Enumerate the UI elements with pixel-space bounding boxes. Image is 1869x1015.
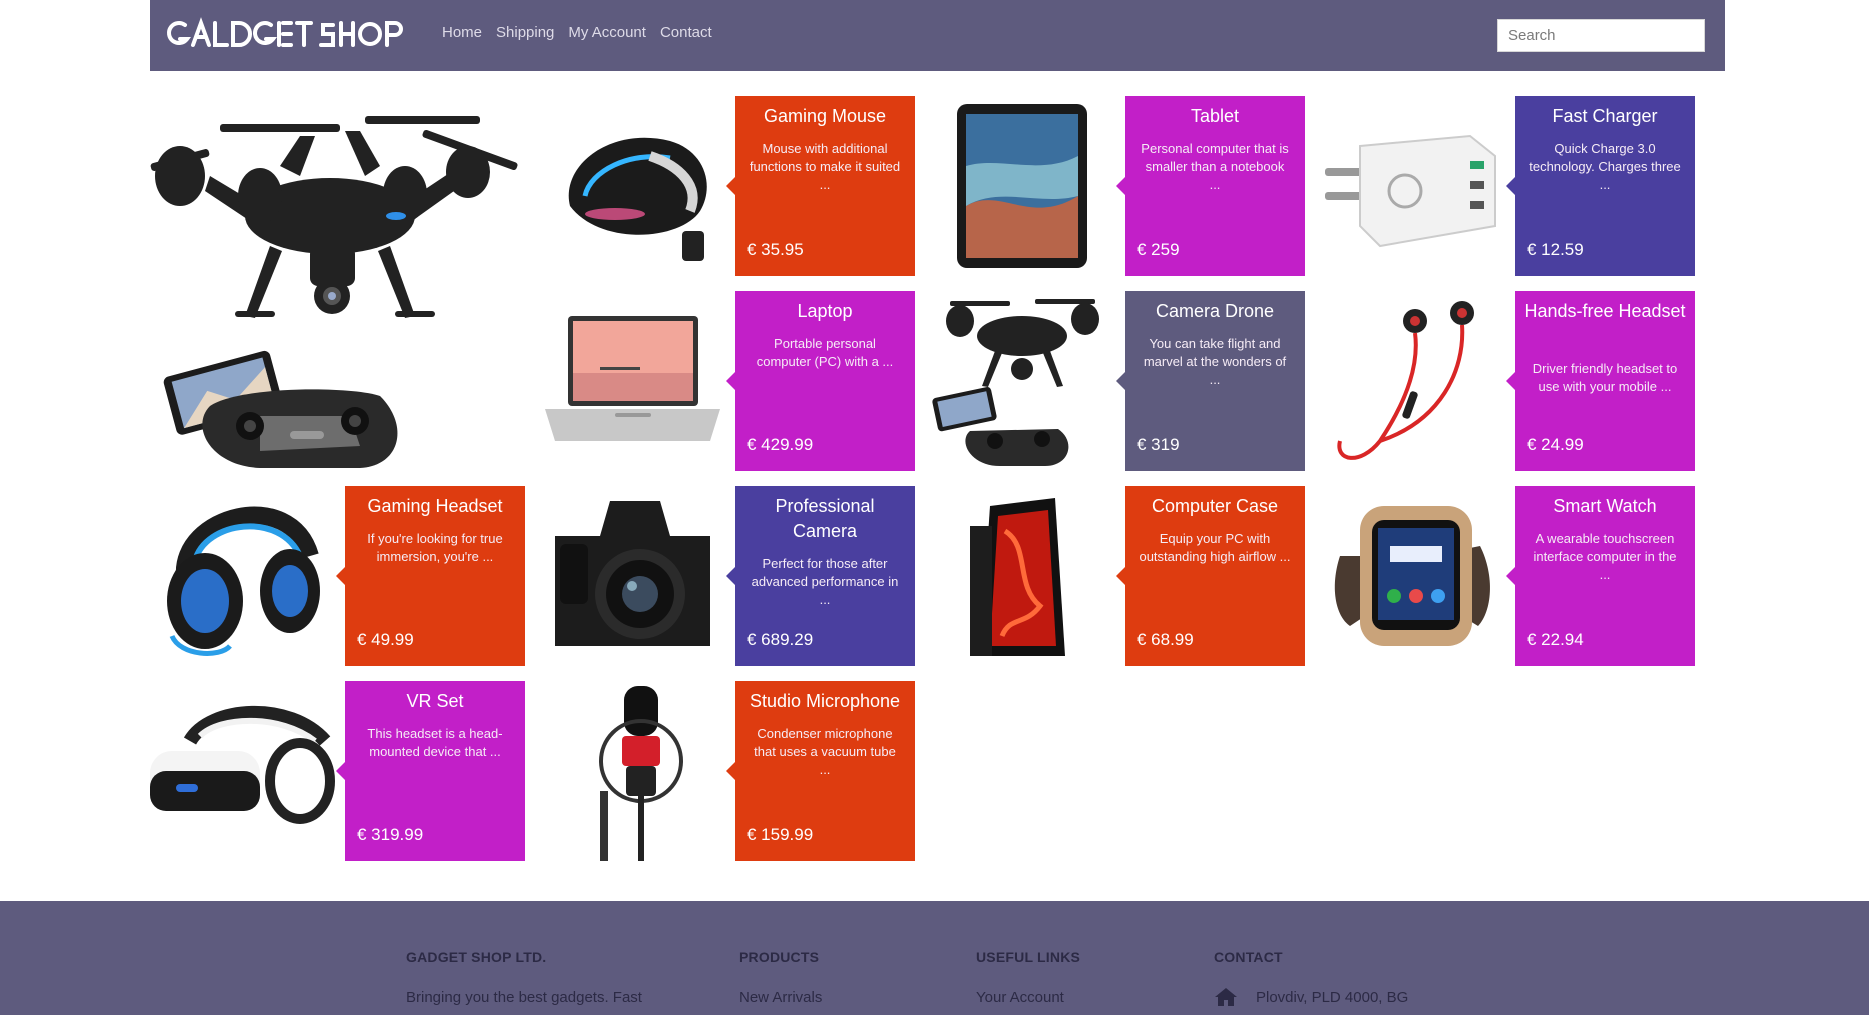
gaming-mouse-image[interactable]	[540, 96, 725, 276]
product-description: Mouse with additional functions to make …	[749, 141, 901, 192]
navbar: Home Shipping My Account Contact	[150, 0, 1725, 71]
product-description: This headset is a head-mounted device th…	[367, 726, 503, 759]
product-description: Quick Charge 3.0 technology. Charges thr…	[1529, 141, 1681, 192]
product-price: € 22.94	[1527, 630, 1584, 649]
footer-company: GADGET SHOP LTD. Bringing you the best g…	[406, 949, 642, 1006]
featured-drone-image[interactable]	[150, 96, 530, 472]
vr-headset-image[interactable]	[150, 681, 335, 861]
product-title: Fast Charger	[1552, 106, 1658, 126]
footer-contact-heading: CONTACT	[1214, 949, 1283, 965]
product-title: Computer Case	[1151, 496, 1279, 516]
camera-drone-image[interactable]	[930, 291, 1115, 471]
nav-contact[interactable]: Contact	[660, 24, 712, 41]
product-description: Portable personal computer (PC) with a .…	[756, 336, 894, 369]
product-title: Professional Camera	[775, 496, 875, 541]
laptop-image[interactable]	[540, 291, 725, 471]
footer-contact: CONTACT Plovdiv, PLD 4000, BG	[1214, 949, 1408, 1007]
gaming-headset-image[interactable]	[150, 486, 335, 666]
charger-image[interactable]	[1320, 96, 1505, 276]
product-card-vr-set[interactable]: VR Set This headset is a head-mounted de…	[336, 681, 525, 861]
footer-company-text: Bringing you the best gadgets. Fast	[406, 989, 642, 1006]
product-title: Camera Drone	[1155, 301, 1275, 321]
product-card-fast-charger[interactable]: Fast Charger Quick Charge 3.0 technology…	[1506, 96, 1695, 276]
product-card-laptop[interactable]: Laptop Portable personal computer (PC) w…	[726, 291, 915, 471]
product-description: Perfect for those after advanced perform…	[751, 556, 899, 607]
product-price: € 429.99	[747, 435, 814, 454]
product-price: € 259	[1137, 240, 1180, 259]
product-title: VR Set	[406, 691, 464, 711]
nav-shipping[interactable]: Shipping	[496, 24, 554, 41]
product-price: € 689.29	[747, 630, 814, 649]
product-title: Hands-free Headset	[1524, 301, 1686, 321]
product-price: € 49.99	[357, 630, 414, 649]
product-description: Condenser microphone that uses a vacuum …	[754, 726, 896, 777]
product-price: € 12.59	[1527, 240, 1584, 259]
product-card-camera-drone[interactable]: Camera Drone You can take flight and mar…	[1116, 291, 1305, 471]
product-card-smart-watch[interactable]: Smart Watch A wearable touchscreen inter…	[1506, 486, 1695, 666]
footer-products: PRODUCTS New Arrivals	[739, 949, 822, 1006]
camera-image[interactable]	[540, 486, 725, 666]
product-price: € 24.99	[1527, 435, 1584, 454]
nav-home[interactable]: Home	[442, 24, 482, 41]
footer-useful-links: USEFUL LINKS Your Account	[976, 949, 1080, 1006]
product-price: € 319.99	[357, 825, 424, 844]
product-price: € 159.99	[747, 825, 814, 844]
search-input[interactable]	[1497, 19, 1705, 52]
product-card-tablet[interactable]: Tablet Personal computer that is smaller…	[1116, 96, 1305, 276]
product-card-professional-camera[interactable]: Professional Camera Perfect for those af…	[726, 486, 915, 666]
product-title: Studio Microphone	[749, 691, 901, 711]
product-price: € 68.99	[1137, 630, 1194, 649]
pc-case-image[interactable]	[930, 486, 1115, 666]
footer-useful-links-heading: USEFUL LINKS	[976, 949, 1081, 965]
product-card-gaming-mouse[interactable]: Gaming Mouse Mouse with additional funct…	[726, 96, 915, 276]
product-description: Driver friendly headset to use with your…	[1532, 361, 1678, 394]
footer-link-new-arrivals[interactable]: New Arrivals	[739, 989, 822, 1006]
product-description: Personal computer that is smaller than a…	[1141, 141, 1289, 192]
product-description: You can take flight and marvel at the wo…	[1143, 336, 1287, 387]
microphone-image[interactable]	[540, 681, 725, 861]
product-price: € 35.95	[747, 240, 804, 259]
product-description: A wearable touchscreen interface compute…	[1533, 531, 1677, 582]
product-price: € 319	[1137, 435, 1180, 454]
product-title: Laptop	[797, 301, 853, 321]
tablet-image[interactable]	[930, 96, 1115, 276]
gadget-shop-logo[interactable]	[165, 17, 423, 51]
product-card-gaming-headset[interactable]: Gaming Headset If you're looking for tru…	[336, 486, 525, 666]
logo-wordmark	[167, 17, 403, 47]
main-nav: Home Shipping My Account Contact	[442, 24, 726, 41]
product-description: Equip your PC with outstanding high airf…	[1139, 531, 1291, 564]
footer-company-heading: GADGET SHOP LTD.	[406, 949, 547, 965]
footer-products-heading: PRODUCTS	[739, 949, 820, 965]
footer: GADGET SHOP LTD. Bringing you the best g…	[0, 901, 1869, 1015]
product-description: If you're looking for true immersion, yo…	[367, 531, 503, 564]
earphones-image[interactable]	[1320, 291, 1505, 471]
product-card-hands-free-headset[interactable]: Hands-free Headset Driver friendly heads…	[1506, 291, 1695, 471]
product-title: Tablet	[1190, 106, 1240, 126]
product-title: Gaming Mouse	[763, 106, 887, 126]
home-icon	[1215, 988, 1237, 1006]
contact-address-row: Plovdiv, PLD 4000, BG	[1214, 987, 1408, 1007]
product-title: Gaming Headset	[367, 496, 503, 516]
smart-watch-image[interactable]	[1320, 486, 1505, 666]
nav-my-account[interactable]: My Account	[568, 24, 646, 41]
footer-link-your-account[interactable]: Your Account	[976, 989, 1080, 1006]
product-title: Smart Watch	[1553, 496, 1657, 516]
product-card-studio-microphone[interactable]: Studio Microphone Condenser microphone t…	[726, 681, 915, 861]
product-card-computer-case[interactable]: Computer Case Equip your PC with outstan…	[1116, 486, 1305, 666]
contact-address: Plovdiv, PLD 4000, BG	[1256, 988, 1409, 1006]
